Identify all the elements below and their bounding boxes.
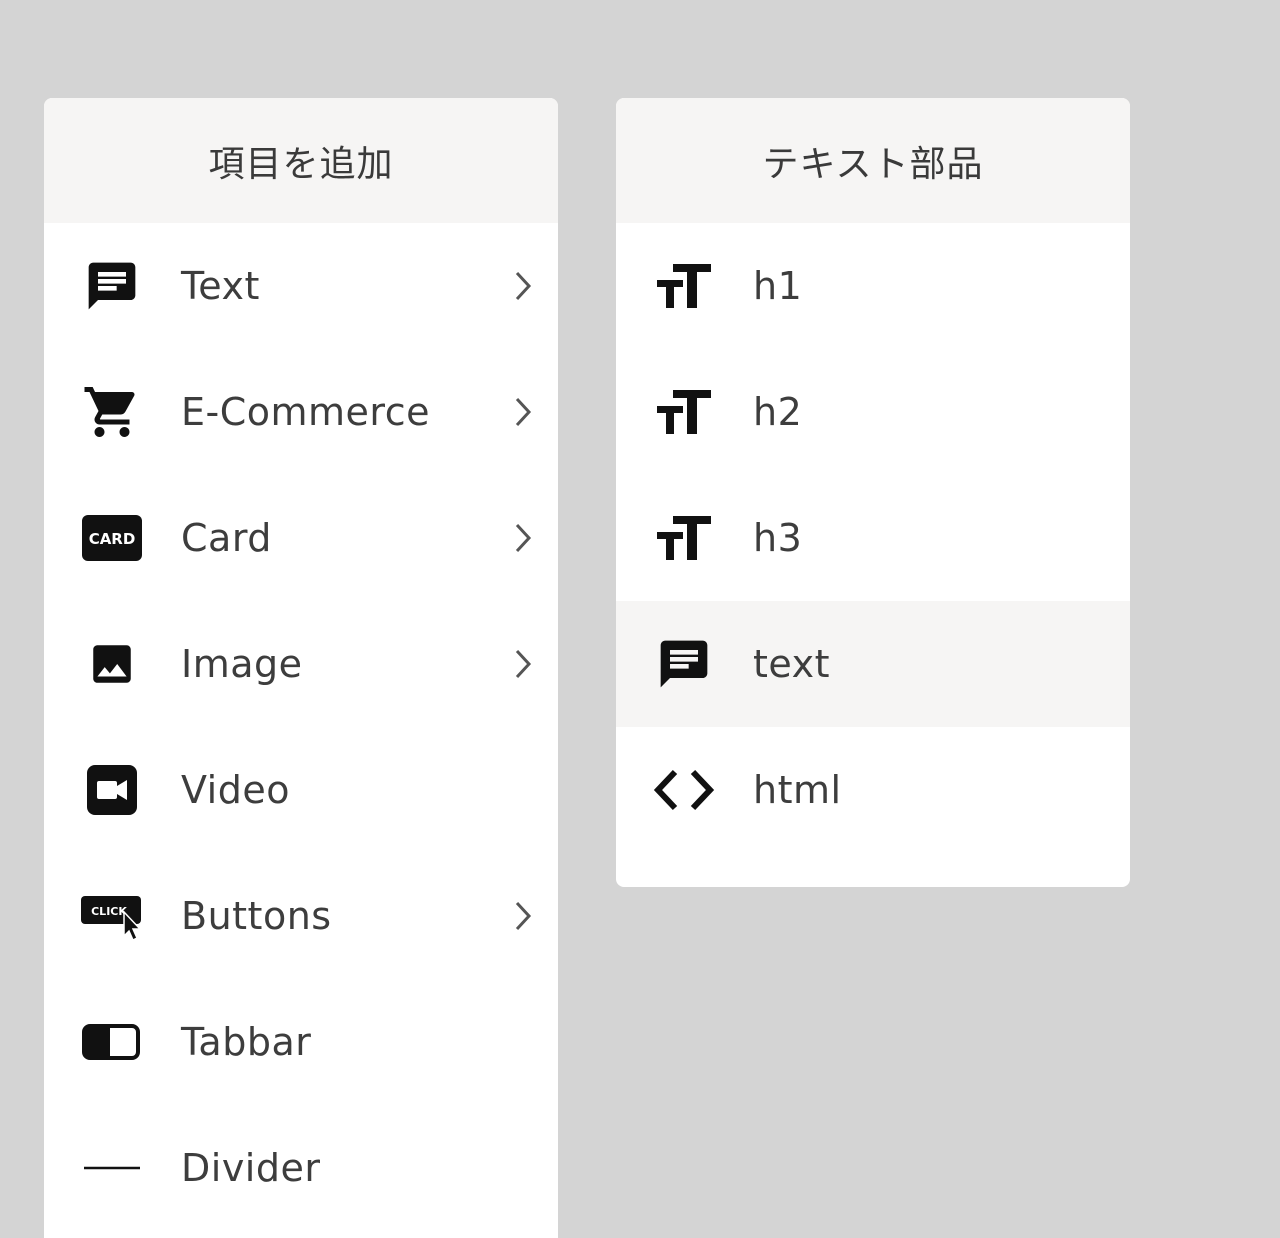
menu-item-label: h3	[753, 516, 803, 560]
menu-item-html[interactable]: html	[616, 727, 1130, 853]
chevron-right-icon	[508, 896, 538, 936]
menu-item-label: text	[753, 642, 830, 686]
menu-item-label: Text	[181, 264, 260, 308]
button-icon: CLICK	[80, 884, 144, 948]
chevron-right-icon	[508, 392, 538, 432]
divider-icon	[80, 1136, 144, 1200]
image-icon	[80, 632, 144, 696]
text-parts-panel: テキスト部品 h1 h2 h3 text html	[616, 98, 1130, 887]
menu-item-label: h2	[753, 390, 803, 434]
menu-item-h2[interactable]: h2	[616, 349, 1130, 475]
menu-item-label: Buttons	[181, 894, 332, 938]
menu-item-label: html	[753, 768, 842, 812]
menu-item-label: Card	[181, 516, 272, 560]
cart-icon	[80, 380, 144, 444]
menu-item-label: Divider	[181, 1146, 321, 1190]
chevron-right-icon	[508, 266, 538, 306]
code-icon	[652, 758, 716, 822]
menu-item-label: Image	[181, 642, 303, 686]
menu-item-tabbar[interactable]: Tabbar	[44, 979, 558, 1105]
menu-item-text-part[interactable]: text	[616, 601, 1130, 727]
message-icon	[652, 632, 716, 696]
text-size-icon	[652, 506, 716, 570]
menu-item-text[interactable]: Text	[44, 223, 558, 349]
menu-item-label: Tabbar	[181, 1020, 312, 1064]
text-parts-panel-title: テキスト部品	[616, 98, 1130, 223]
card-icon: CARD	[80, 506, 144, 570]
chevron-right-icon	[508, 518, 538, 558]
menu-item-card[interactable]: CARD Card	[44, 475, 558, 601]
card-icon-text: CARD	[89, 530, 136, 548]
menu-item-image[interactable]: Image	[44, 601, 558, 727]
menu-item-label: h1	[753, 264, 803, 308]
add-item-panel: 項目を追加 Text E-Commerce CARD Card Image Vi…	[44, 98, 558, 1238]
message-icon	[80, 254, 144, 318]
menu-item-buttons[interactable]: CLICK Buttons	[44, 853, 558, 979]
text-size-icon	[652, 254, 716, 318]
text-size-icon	[652, 380, 716, 444]
menu-item-video[interactable]: Video	[44, 727, 558, 853]
menu-item-label: Video	[181, 768, 290, 812]
button-icon-text: CLICK	[91, 905, 127, 918]
video-icon	[80, 758, 144, 822]
menu-item-divider[interactable]: Divider	[44, 1105, 558, 1231]
menu-item-h3[interactable]: h3	[616, 475, 1130, 601]
menu-item-label: E-Commerce	[181, 390, 430, 434]
chevron-right-icon	[508, 644, 538, 684]
toggle-icon	[80, 1010, 144, 1074]
add-item-panel-title: 項目を追加	[44, 98, 558, 223]
menu-item-ecommerce[interactable]: E-Commerce	[44, 349, 558, 475]
menu-item-h1[interactable]: h1	[616, 223, 1130, 349]
